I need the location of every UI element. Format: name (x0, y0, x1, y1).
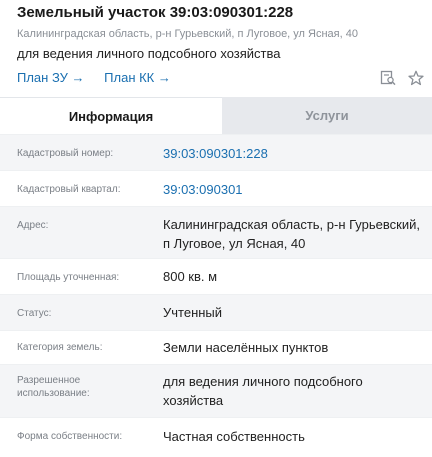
row-label-ownership: Форма собственности: (17, 431, 123, 442)
tab-services[interactable]: Услуги (222, 97, 432, 134)
plan-links: План ЗУ → План КК → (17, 70, 187, 85)
ownership-value: Частная собственность (163, 429, 305, 444)
row-label-permitted-use: Разрешенное использование: (17, 375, 90, 399)
table-row: Площадь уточненная: 800 кв. м (0, 258, 432, 294)
address-value: Калининградская область, р-н Гурьевский,… (163, 217, 420, 251)
permitted-use-value: для ведения личного подсобного хозяйства (163, 374, 363, 408)
table-row: Кадастровый квартал: 39:03:090301 (0, 170, 432, 206)
table-row: Адрес: Калининградская область, р-н Гурь… (0, 206, 432, 258)
cadastral-number-link[interactable]: 39:03:090301:228 (163, 144, 423, 163)
land-category-value: Земли населённых пунктов (163, 340, 329, 355)
table-row: Кадастровый номер: 39:03:090301:228 (0, 134, 432, 170)
plan-zu-link[interactable]: План ЗУ → (17, 70, 85, 85)
plan-kk-link[interactable]: План КК → (104, 70, 171, 85)
cadastral-quarter-link[interactable]: 39:03:090301 (163, 180, 423, 199)
header-actions (378, 68, 426, 88)
info-table: Кадастровый номер: 39:03:090301:228 Када… (0, 134, 432, 457)
row-label-cadastral-number: Кадастровый номер: (17, 148, 114, 159)
table-row: Форма собственности: Частная собственнос… (0, 417, 432, 457)
status-value: Учтенный (163, 305, 223, 320)
row-label-cadastral-quarter: Кадастровый квартал: (17, 184, 121, 195)
row-label-land-category: Категория земель: (17, 342, 103, 353)
tab-bar: Информация Услуги (0, 97, 432, 134)
search-document-icon[interactable] (378, 68, 398, 88)
row-label-address: Адрес: (17, 220, 49, 231)
star-icon[interactable] (406, 68, 426, 88)
table-row: Категория земель: Земли населённых пункт… (0, 330, 432, 364)
row-label-status: Статус: (17, 308, 52, 319)
tab-information[interactable]: Информация (0, 97, 222, 134)
table-row: Разрешенное использование: для ведения л… (0, 364, 432, 417)
object-address: Калининградская область, р-н Гурьевский,… (17, 28, 358, 40)
table-row: Статус: Учтенный (0, 294, 432, 330)
area-value: 800 кв. м (163, 269, 218, 284)
object-purpose: для ведения личного подсобного хозяйства (17, 46, 281, 61)
object-title: Земельный участок 39:03:090301:228 (17, 4, 294, 21)
row-label-area: Площадь уточненная: (17, 272, 120, 283)
object-header: Земельный участок 39:03:090301:228 Калин… (0, 0, 432, 97)
